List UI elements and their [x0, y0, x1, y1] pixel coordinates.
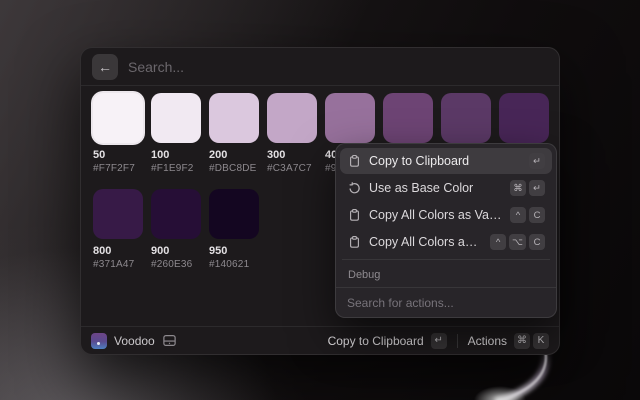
key-badge: ↵	[529, 180, 545, 196]
swatch-cell: 50#F7F2F7	[93, 93, 143, 175]
menu-item-label: Copy All Colors as JSON	[369, 235, 482, 249]
swatch-hex-label: #F1E9F2	[151, 162, 201, 175]
menu-item[interactable]: Copy All Colors as Variable Declara... ^C	[340, 202, 552, 228]
swatch-hex-label: #260E36	[151, 258, 201, 271]
menu-item-label: Use as Base Color	[369, 181, 502, 195]
swatch-hex-label: #DBC8DE	[209, 162, 259, 175]
shortcut-keys: ^C	[510, 207, 545, 223]
color-swatch[interactable]	[151, 189, 201, 239]
clipboard-icon	[347, 154, 361, 168]
color-swatch[interactable]	[93, 189, 143, 239]
swatch-cell: 800#371A47	[93, 189, 143, 271]
color-swatch[interactable]	[209, 189, 259, 239]
swatch-step-label: 300	[267, 149, 317, 162]
extension-name: Voodoo	[114, 334, 155, 348]
search-header: ← Search...	[81, 48, 559, 86]
enter-key-badge: ↵	[431, 333, 447, 349]
shortcut-keys: ^⌥C	[490, 234, 545, 250]
swatch-step-label: 100	[151, 149, 201, 162]
color-swatch[interactable]	[93, 93, 143, 143]
actions-search-input[interactable]: Search for actions...	[336, 287, 556, 317]
key-badge: K	[533, 333, 549, 349]
primary-action-label[interactable]: Copy to Clipboard	[328, 334, 424, 348]
footer-divider	[457, 334, 458, 348]
swatch-hex-label: #C3A7C7	[267, 162, 317, 175]
key-badge: ^	[510, 207, 526, 223]
menu-item-label: Copy All Colors as Variable Declara...	[369, 208, 502, 222]
key-badge: C	[529, 207, 545, 223]
swatch-cell: 100#F1E9F2	[151, 93, 201, 175]
color-swatch[interactable]	[151, 93, 201, 143]
swatch-cell: 300#C3A7C7	[267, 93, 317, 175]
swatch-cell: 200#DBC8DE	[209, 93, 259, 175]
back-arrow-icon: ←	[98, 59, 112, 75]
color-swatch[interactable]	[267, 93, 317, 143]
menu-item[interactable]: Copy All Colors as JSON ^⌥C	[340, 229, 552, 255]
base-color-icon	[347, 182, 361, 195]
swatch-step-label: 800	[93, 245, 143, 258]
color-swatch[interactable]	[209, 93, 259, 143]
shortcut-keys: ↵	[529, 153, 545, 169]
swatch-hex-label: #140621	[209, 258, 259, 271]
swatch-step-label: 950	[209, 245, 259, 258]
actions-shortcut: ⌘K	[514, 333, 549, 349]
desktop-background: ← Search... 50#F7F2F7100#F1E9F2200#DBC8D…	[0, 0, 640, 400]
clipboard-icon	[347, 235, 361, 249]
swatch-step-label: 50	[93, 149, 143, 162]
key-badge: ↵	[529, 153, 545, 169]
menu-section-label: Debug	[340, 264, 552, 285]
back-button[interactable]: ←	[92, 54, 118, 80]
extension-icon	[91, 333, 107, 349]
key-badge: ^	[490, 234, 506, 250]
search-input[interactable]: Search...	[128, 59, 184, 75]
swatch-hex-label: #371A47	[93, 258, 143, 271]
color-swatch[interactable]	[441, 93, 491, 143]
swatch-step-label: 900	[151, 245, 201, 258]
actions-menu: Copy to Clipboard↵Use as Base Color⌘↵Cop…	[335, 143, 557, 318]
swatch-cell: 950#140621	[209, 189, 259, 271]
swatch-hex-label: #F7F2F7	[93, 162, 143, 175]
shortcut-keys: ⌘↵	[510, 180, 545, 196]
swatch-cell: 900#260E36	[151, 189, 201, 271]
clipboard-icon	[347, 208, 361, 222]
status-bar: Voodoo Copy to Clipboard ↵ Actions ⌘K	[81, 326, 559, 354]
actions-button[interactable]: Actions	[468, 334, 507, 348]
key-badge: C	[529, 234, 545, 250]
color-swatch[interactable]	[325, 93, 375, 143]
color-swatch[interactable]	[499, 93, 549, 143]
color-swatch[interactable]	[383, 93, 433, 143]
key-badge: ⌥	[509, 234, 526, 250]
key-badge: ⌘	[510, 180, 526, 196]
menu-item[interactable]: Copy to Clipboard ↵	[340, 148, 552, 174]
menu-divider	[342, 259, 550, 260]
actions-menu-items: Copy to Clipboard↵Use as Base Color⌘↵Cop…	[336, 144, 556, 287]
menu-item-label: Copy to Clipboard	[369, 154, 521, 168]
swatch-step-label: 200	[209, 149, 259, 162]
save-icon[interactable]	[162, 333, 177, 348]
key-badge: ⌘	[514, 333, 530, 349]
menu-item[interactable]: Use as Base Color ⌘↵	[340, 175, 552, 201]
